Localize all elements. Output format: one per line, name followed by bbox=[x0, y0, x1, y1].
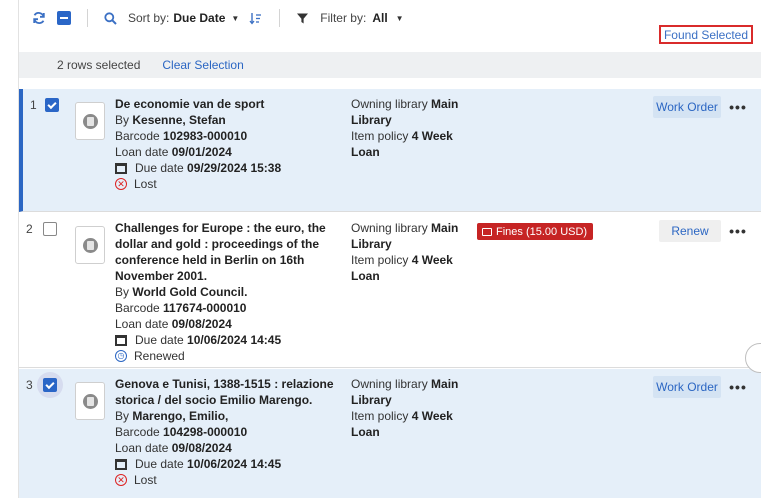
barcode: 117674-000010 bbox=[163, 301, 247, 315]
selection-bar: 2 rows selected Clear Selection bbox=[19, 52, 761, 78]
loan-date: 09/08/2024 bbox=[171, 317, 232, 331]
item-details: Genova e Tunisi, 1388-1515 : relazione s… bbox=[115, 376, 340, 488]
found-selected-button[interactable]: Found Selected bbox=[659, 25, 753, 44]
item-title-link[interactable]: De economie van de sport bbox=[115, 96, 340, 112]
list-item[interactable]: 1 De economie van de sport By Kesenne, S… bbox=[19, 89, 761, 212]
due-date-label: Due date bbox=[135, 161, 184, 175]
sort-direction-icon[interactable] bbox=[247, 10, 263, 26]
due-date-label: Due date bbox=[135, 457, 184, 471]
clock-icon: ◷ bbox=[115, 350, 127, 362]
owning-library-label: Owning library bbox=[351, 377, 428, 391]
due-date: 10/06/2024 14:45 bbox=[187, 457, 282, 471]
fines-badge[interactable]: Fines (15.00 USD) bbox=[477, 223, 594, 240]
library-details: Owning library Main Library Item policy … bbox=[351, 376, 463, 440]
owning-library-label: Owning library bbox=[351, 97, 428, 111]
renew-button[interactable]: Renew bbox=[659, 220, 721, 242]
minus-icon bbox=[60, 17, 68, 19]
item-title-link[interactable]: Genova e Tunisi, 1388-1515 : relazione s… bbox=[115, 376, 340, 408]
author: Marengo, Emilio, bbox=[132, 409, 229, 423]
clear-selection-link[interactable]: Clear Selection bbox=[162, 58, 243, 72]
item-status: Renewed bbox=[134, 349, 185, 363]
item-policy-label: Item policy bbox=[351, 409, 409, 423]
list-item[interactable]: 3 Genova e Tunisi, 1388-1515 : relazione… bbox=[19, 369, 761, 498]
more-actions-button[interactable]: ••• bbox=[725, 376, 751, 398]
book-icon bbox=[82, 393, 98, 409]
more-actions-button[interactable]: ••• bbox=[725, 220, 751, 242]
toolbar-divider bbox=[279, 9, 281, 27]
loan-date: 09/08/2024 bbox=[171, 441, 232, 455]
book-icon bbox=[82, 113, 98, 129]
item-policy-label: Item policy bbox=[351, 129, 409, 143]
barcode-label: Barcode bbox=[115, 301, 160, 315]
select-all-checkbox[interactable] bbox=[57, 11, 71, 25]
loan-date-label: Loan date bbox=[115, 145, 169, 159]
fines-amount: Fines (15.00 USD) bbox=[496, 225, 588, 238]
loan-date: 09/01/2024 bbox=[171, 145, 232, 159]
library-details: Owning library Main Library Item policy … bbox=[351, 96, 463, 160]
sort-label: Sort by: bbox=[128, 11, 170, 25]
library-details: Owning library Main Library Item policy … bbox=[351, 220, 463, 284]
item-status: Lost bbox=[134, 473, 157, 487]
item-thumbnail bbox=[75, 382, 105, 420]
item-thumbnail bbox=[75, 226, 105, 264]
by-label: By bbox=[115, 285, 130, 299]
row-checkbox[interactable] bbox=[43, 378, 57, 392]
row-checkbox[interactable] bbox=[45, 98, 59, 112]
by-label: By bbox=[115, 409, 130, 423]
author: World Gold Council. bbox=[132, 285, 248, 299]
due-date: 10/06/2024 14:45 bbox=[187, 333, 282, 347]
filter-icon[interactable] bbox=[294, 10, 310, 26]
loans-list-panel: Sort by: Due Date ▼ Filter by: All ▼ Fou… bbox=[18, 0, 761, 498]
selected-count: 2 rows selected bbox=[57, 58, 141, 72]
money-icon bbox=[482, 227, 492, 236]
author: Kesenne, Stefan bbox=[132, 113, 226, 127]
loan-date-label: Loan date bbox=[115, 441, 169, 455]
lost-status-icon: ✕ bbox=[115, 474, 127, 486]
work-order-button[interactable]: Work Order bbox=[653, 376, 721, 398]
barcode: 104298-000010 bbox=[163, 425, 248, 439]
chevron-down-icon[interactable]: ▼ bbox=[396, 14, 404, 23]
item-thumbnail bbox=[75, 102, 105, 140]
item-details: Challenges for Europe : the euro, the do… bbox=[115, 220, 340, 364]
owning-library-label: Owning library bbox=[351, 221, 428, 235]
chevron-down-icon[interactable]: ▼ bbox=[231, 14, 239, 23]
work-order-button[interactable]: Work Order bbox=[653, 96, 721, 118]
calendar-icon bbox=[115, 162, 127, 174]
book-icon bbox=[82, 237, 98, 253]
due-date: 09/29/2024 15:38 bbox=[187, 161, 282, 175]
calendar-icon bbox=[115, 458, 127, 470]
row-number: 3 bbox=[26, 378, 33, 392]
checkmark-icon bbox=[45, 379, 55, 389]
item-details: De economie van de sport By Kesenne, Ste… bbox=[115, 96, 340, 192]
due-date-label: Due date bbox=[135, 333, 184, 347]
list-item[interactable]: 2 Challenges for Europe : the euro, the … bbox=[19, 213, 761, 368]
calendar-icon bbox=[115, 334, 127, 346]
sort-dropdown[interactable]: Due Date bbox=[173, 11, 225, 25]
toolbar-divider bbox=[87, 9, 88, 27]
filter-label: Filter by: bbox=[320, 11, 367, 25]
refresh-icon[interactable] bbox=[31, 10, 47, 26]
item-policy-label: Item policy bbox=[351, 253, 409, 267]
barcode-label: Barcode bbox=[115, 129, 160, 143]
row-checkbox[interactable] bbox=[43, 222, 57, 236]
lost-status-icon: ✕ bbox=[115, 178, 127, 190]
filter-dropdown[interactable]: All bbox=[372, 11, 387, 25]
by-label: By bbox=[115, 113, 130, 127]
search-icon[interactable] bbox=[102, 10, 118, 26]
row-number: 1 bbox=[30, 98, 37, 112]
item-status: Lost bbox=[134, 177, 157, 191]
item-title-link[interactable]: Challenges for Europe : the euro, the do… bbox=[115, 220, 340, 284]
list-toolbar: Sort by: Due Date ▼ Filter by: All ▼ Fou… bbox=[19, 0, 761, 44]
barcode-label: Barcode bbox=[115, 425, 160, 439]
barcode: 102983-000010 bbox=[163, 129, 248, 143]
more-actions-button[interactable]: ••• bbox=[725, 96, 751, 118]
row-number: 2 bbox=[26, 222, 33, 236]
checkmark-icon bbox=[47, 99, 57, 109]
loan-date-label: Loan date bbox=[115, 317, 169, 331]
